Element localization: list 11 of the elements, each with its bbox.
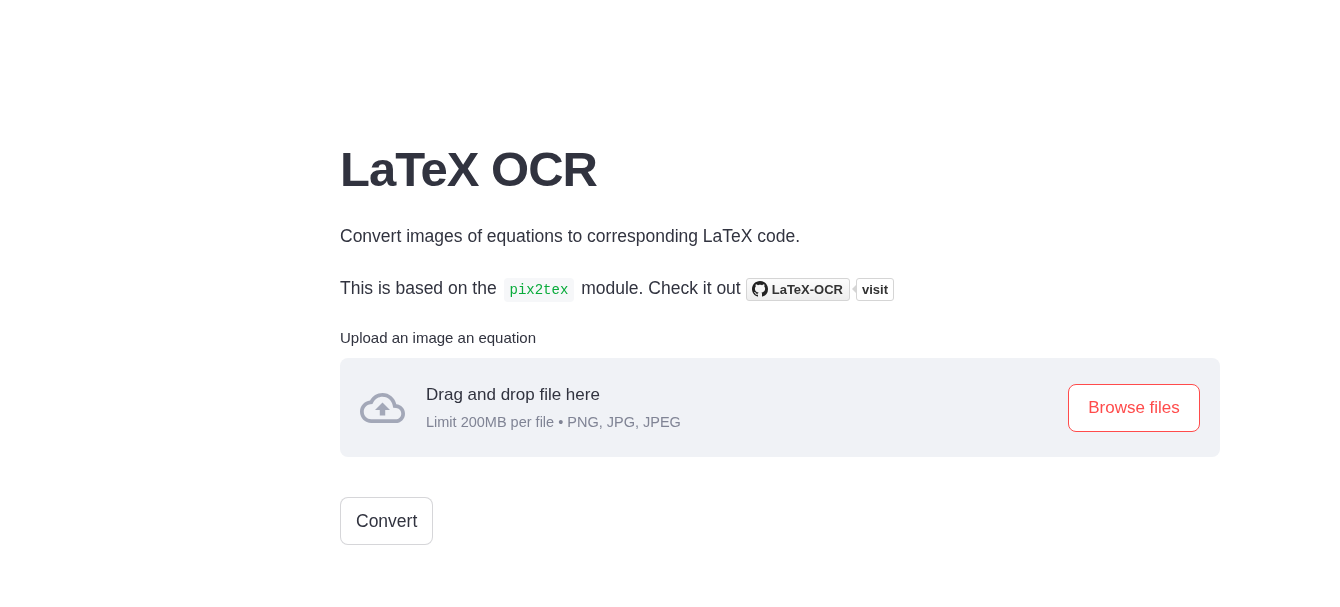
file-limits-text: Limit 200MB per file • PNG, JPG, JPEG [426,413,682,432]
uploader-label: Upload an image an equation [340,328,536,348]
description-text: Convert images of equations to corresponding LaTeX code. [340,225,801,248]
github-icon [751,281,768,297]
repo-badge[interactable]: LaTeX-OCR [745,277,850,301]
cloud-upload-icon [360,392,405,423]
source-text: This is based on the pix2tex module. Check it out [340,274,741,304]
dropzone-prompt: Drag and drop file here [426,384,601,406]
file-dropzone[interactable]: Drag and drop file here Limit 200MB per file • PNG, JPG, JPEG Browse files [340,358,1220,457]
page-title: LaTeX OCR [340,141,597,198]
convert-button[interactable]: Convert [340,497,434,545]
